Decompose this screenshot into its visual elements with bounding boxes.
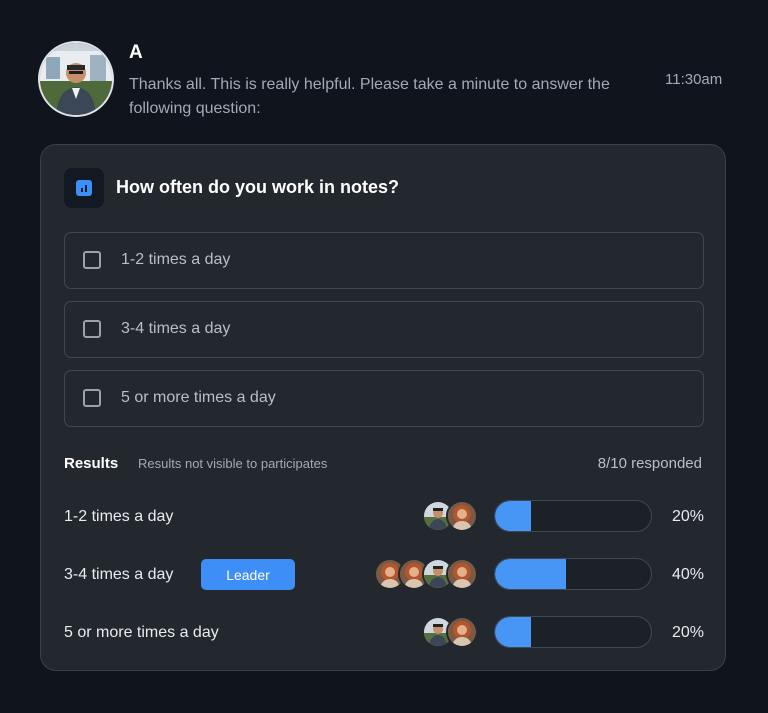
- poll-card: How often do you work in notes? 1-2 time…: [40, 144, 726, 671]
- voter-avatar[interactable]: [446, 616, 478, 648]
- bar-chart-icon: [64, 168, 104, 208]
- voter-avatars[interactable]: [422, 616, 478, 648]
- results-visibility-note: Results not visible to participates: [138, 456, 328, 471]
- result-percent: 20%: [671, 624, 704, 641]
- result-progress-fill: [495, 559, 567, 589]
- result-progress-fill: [495, 501, 531, 531]
- voter-avatar[interactable]: [446, 500, 478, 532]
- poll-option-label: 5 or more times a day: [121, 389, 276, 406]
- author-avatar[interactable]: [40, 43, 112, 115]
- result-row: 1-2 times a day 20%: [64, 500, 704, 534]
- responded-count: 8/10 responded: [597, 455, 702, 472]
- poll-option-label: 1-2 times a day: [121, 251, 231, 268]
- checkbox[interactable]: [83, 251, 101, 269]
- poll-option-1[interactable]: 1-2 times a day: [64, 232, 704, 289]
- result-option-label: 5 or more times a day: [64, 624, 219, 641]
- checkbox[interactable]: [83, 389, 101, 407]
- voter-avatar[interactable]: [446, 558, 478, 590]
- result-progress-fill: [495, 617, 531, 647]
- result-progress-bar: [494, 558, 652, 590]
- voter-avatars[interactable]: [422, 500, 478, 532]
- poll-option-3[interactable]: 5 or more times a day: [64, 370, 704, 427]
- result-progress-bar: [494, 616, 652, 648]
- leader-badge: Leader: [201, 559, 295, 590]
- message-text: Thanks all. This is really helpful. Plea…: [129, 76, 610, 117]
- result-row: 5 or more times a day 20%: [64, 616, 704, 650]
- poll-question: How often do you work in notes?: [116, 177, 399, 197]
- result-percent: 40%: [671, 566, 704, 583]
- result-progress-bar: [494, 500, 652, 532]
- result-percent: 20%: [671, 508, 704, 525]
- voter-avatars[interactable]: [374, 558, 478, 590]
- message-timestamp: 11:30am: [665, 71, 723, 88]
- poll-option-label: 3-4 times a day: [121, 320, 231, 337]
- message-author: A: [129, 42, 143, 63]
- poll-option-2[interactable]: 3-4 times a day: [64, 301, 704, 358]
- checkbox[interactable]: [83, 320, 101, 338]
- result-option-label: 3-4 times a day: [64, 566, 174, 583]
- results-title: Results: [64, 455, 119, 472]
- result-row: 3-4 times a day Leader 40%: [64, 558, 704, 592]
- result-option-label: 1-2 times a day: [64, 508, 174, 525]
